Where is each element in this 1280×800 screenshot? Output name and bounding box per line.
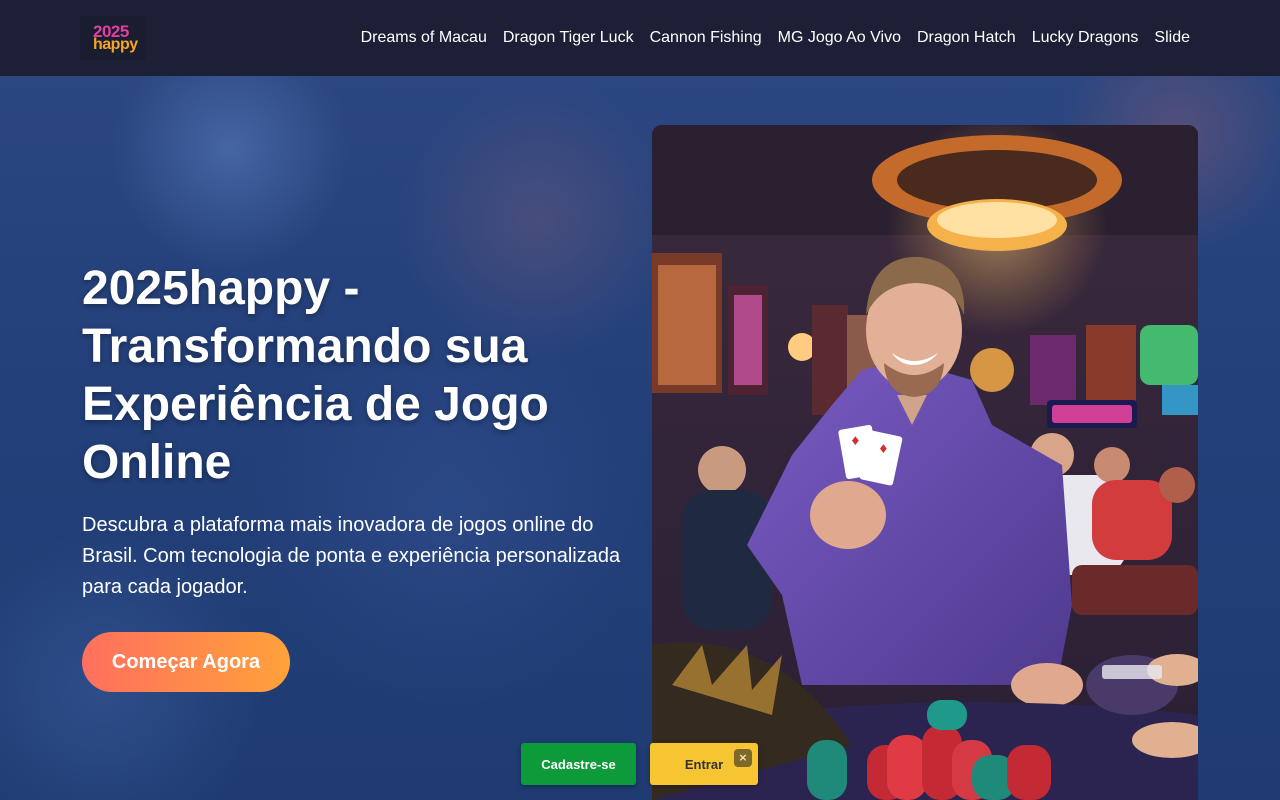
main-nav: Dreams of Macau Dragon Tiger Luck Cannon…	[361, 0, 1190, 76]
nav-link-dragon-tiger-luck[interactable]: Dragon Tiger Luck	[503, 29, 634, 47]
nav-link-dragon-hatch[interactable]: Dragon Hatch	[917, 29, 1016, 47]
nav-link-lucky-dragons[interactable]: Lucky Dragons	[1032, 29, 1139, 47]
hero-text-block: 2025happy - Transformando sua Experiênci…	[82, 260, 622, 603]
svg-text:♦: ♦	[850, 434, 861, 448]
hero-title: 2025happy - Transformando sua Experiênci…	[82, 262, 549, 489]
logo-text-bottom: happy	[93, 36, 138, 53]
nav-link-mg-jogo-ao-vivo[interactable]: MG Jogo Ao Vivo	[778, 29, 901, 47]
nav-link-dreams-of-macau[interactable]: Dreams of Macau	[361, 29, 487, 47]
hero-image-casino-player: ♦ ♦	[652, 125, 1198, 800]
register-button[interactable]: Cadastre-se	[521, 743, 636, 785]
top-header: 2025 happy Dreams of Macau Dragon Tiger …	[0, 0, 1280, 76]
nav-link-slide[interactable]: Slide	[1154, 29, 1190, 47]
close-icon[interactable]: ×	[734, 749, 752, 767]
site-logo[interactable]: 2025 happy	[80, 16, 146, 60]
start-now-button[interactable]: Começar Agora	[82, 632, 290, 692]
hero-subtitle: Descubra a plataforma mais inovadora de …	[82, 514, 621, 598]
nav-link-cannon-fishing[interactable]: Cannon Fishing	[650, 29, 762, 47]
svg-text:♦: ♦	[878, 442, 889, 456]
hero-section: 2025happy - Transformando sua Experiênci…	[0, 76, 1280, 800]
casino-scene-illustration: ♦ ♦	[652, 125, 1198, 800]
